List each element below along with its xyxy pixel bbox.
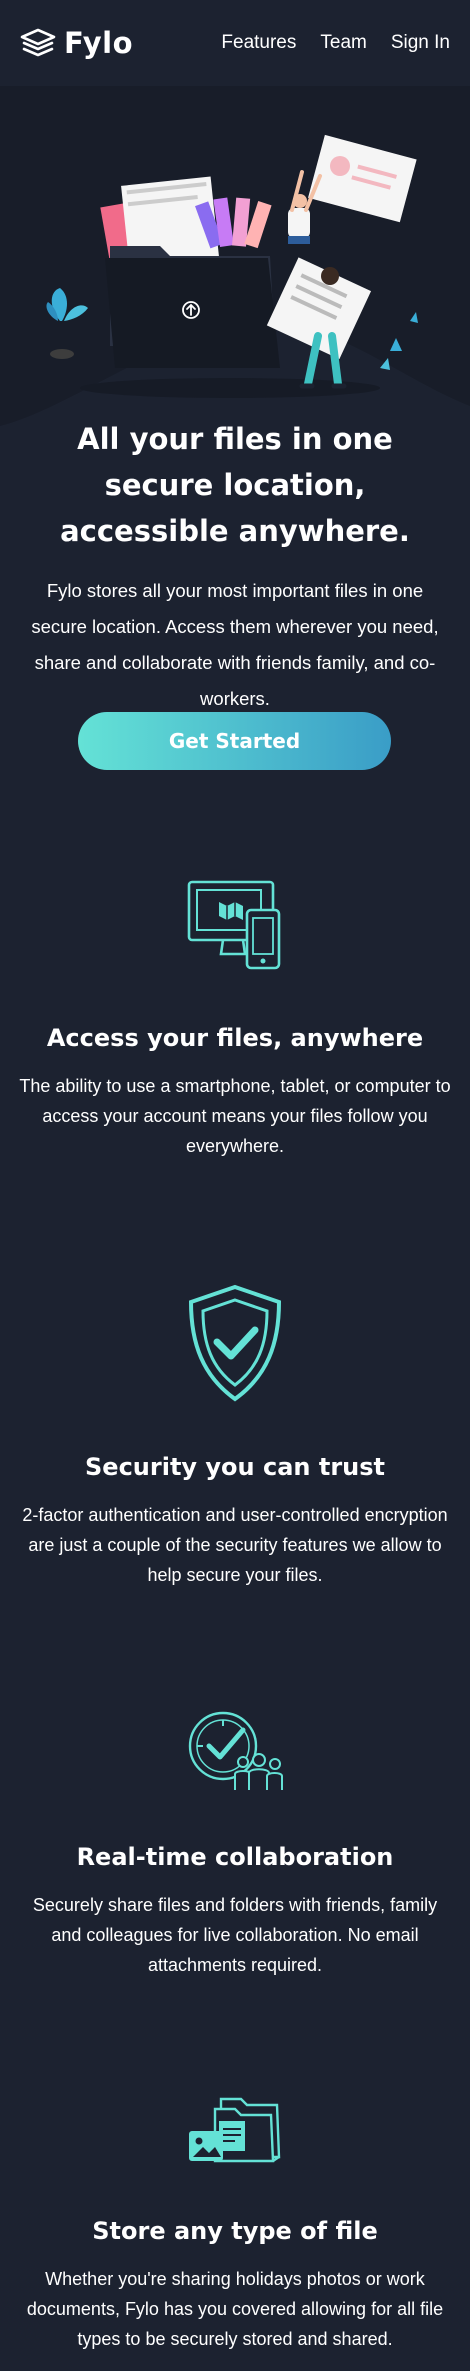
page: Fylo Features Team Sign In All your file…: [0, 0, 470, 2371]
hero-illustration: [46, 134, 418, 398]
nav-team-link[interactable]: Team: [320, 32, 366, 54]
feature-title: Store any type of file: [92, 2217, 378, 2245]
devices-icon: [0, 880, 470, 970]
logo[interactable]: Fylo: [20, 26, 133, 60]
get-started-button[interactable]: Get Started: [78, 712, 391, 770]
hero-title: All your files in one secure location, a…: [60, 422, 410, 548]
folder-files-icon: [0, 2095, 470, 2165]
feature-title: Security you can trust: [85, 1453, 385, 1481]
logo-layers-icon: [20, 28, 56, 58]
feature-text: The ability to use a smartphone, tablet,…: [19, 1076, 451, 1156]
feature-text: Securely share files and folders with fr…: [32, 1895, 438, 1975]
nav-features-link[interactable]: Features: [221, 32, 296, 54]
nav-sign-in-link[interactable]: Sign In: [391, 32, 450, 54]
hero-section: All your files in one secure location, a…: [0, 86, 470, 786]
main-nav: Features Team Sign In: [221, 32, 450, 54]
hero-description: Fylo stores all your most important file…: [31, 580, 439, 709]
feature-text: 2-factor authentication and user-control…: [22, 1505, 448, 1585]
site-header: Fylo Features Team Sign In: [0, 0, 470, 86]
feature-title: Access your files, anywhere: [46, 1024, 424, 1052]
shield-check-icon: [0, 1284, 470, 1402]
feature-text: Whether you're sharing holidays photos o…: [26, 2269, 444, 2349]
collaboration-icon: [0, 1710, 470, 1792]
logo-text: Fylo: [64, 26, 133, 60]
feature-title: Real-time collaboration: [76, 1843, 394, 1871]
